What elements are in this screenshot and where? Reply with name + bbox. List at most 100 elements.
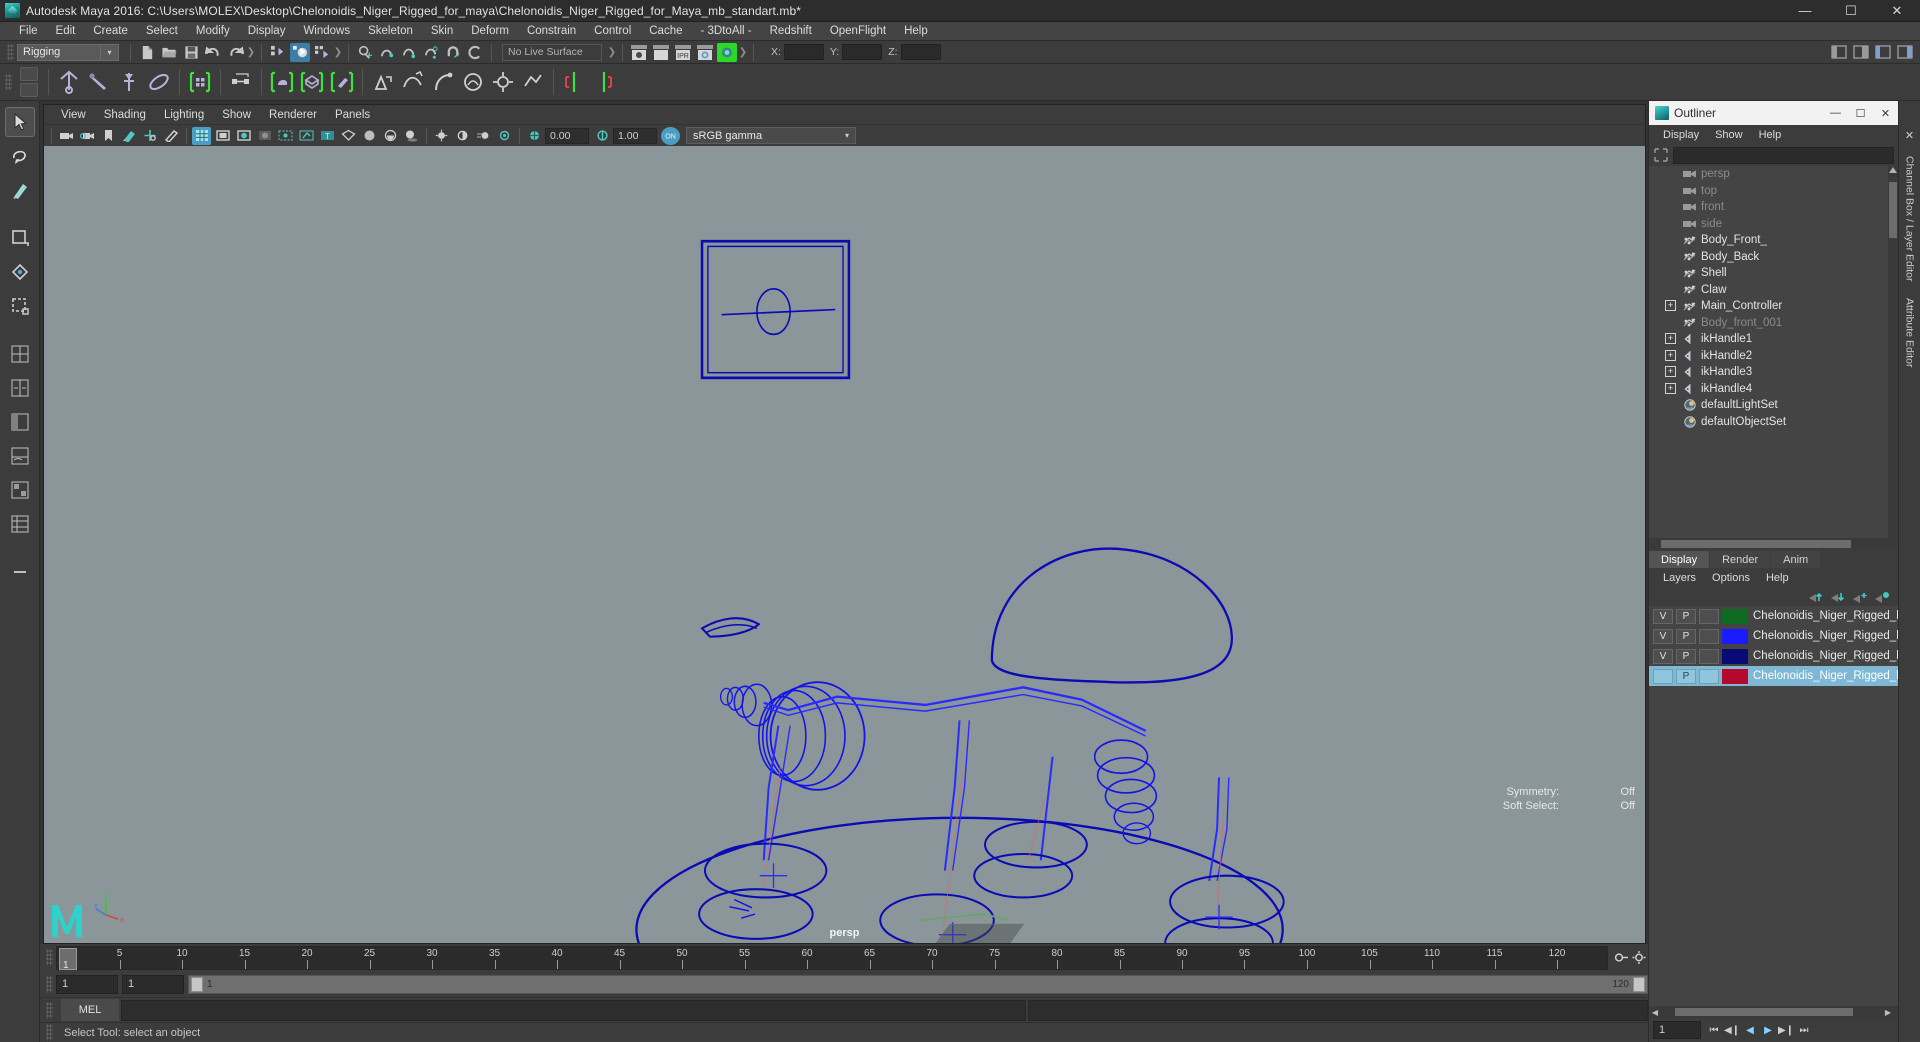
status-expand-4-icon[interactable]: ❯ bbox=[738, 44, 748, 61]
outliner-menu-display[interactable]: Display bbox=[1655, 128, 1707, 142]
bookmark-icon[interactable] bbox=[99, 127, 118, 145]
grid-toggle-icon[interactable] bbox=[192, 126, 211, 145]
shelf-gripper[interactable] bbox=[5, 73, 12, 91]
undo-button[interactable] bbox=[203, 43, 223, 62]
layer-list-horizontal-scrollbar[interactable]: ◀ ▶ bbox=[1649, 1006, 1898, 1018]
tab-attribute-editor[interactable]: Attribute Editor bbox=[1902, 290, 1918, 375]
command-line-gripper[interactable] bbox=[46, 1001, 53, 1019]
layer-playback-toggle[interactable]: P bbox=[1676, 628, 1696, 644]
outliner-item-ikhandle2[interactable]: + ikHandle2 bbox=[1649, 348, 1898, 365]
ao-toggle-icon[interactable] bbox=[453, 127, 472, 145]
shelf-cluster-button[interactable] bbox=[227, 67, 255, 97]
menu-redshift[interactable]: Redshift bbox=[761, 23, 821, 39]
hypershade-button[interactable] bbox=[717, 42, 737, 62]
camera-attributes-icon[interactable] bbox=[78, 127, 97, 145]
right-panel-close-icon[interactable]: ✕ bbox=[1905, 129, 1914, 142]
viewport-menu-show[interactable]: Show bbox=[213, 108, 260, 122]
layer-color-swatch[interactable] bbox=[1722, 628, 1748, 644]
menu-deform[interactable]: Deform bbox=[462, 23, 518, 39]
shelf-constraint-button[interactable] bbox=[145, 67, 173, 97]
tab-anim[interactable]: Anim bbox=[1771, 551, 1821, 568]
outliner-minimize-button[interactable]: — bbox=[1823, 101, 1848, 125]
command-input[interactable] bbox=[121, 999, 1026, 1021]
render-current-frame-button[interactable] bbox=[629, 43, 649, 62]
coord-z-input[interactable] bbox=[900, 44, 941, 60]
color-profile-chevron-down-icon[interactable]: ▾ bbox=[845, 131, 849, 140]
shelf-ik-spline-button[interactable] bbox=[115, 67, 143, 97]
show-channel-box-button[interactable] bbox=[1829, 43, 1849, 62]
viewport-menu-lighting[interactable]: Lighting bbox=[155, 108, 213, 122]
outliner-horizontal-scrollbar[interactable] bbox=[1649, 538, 1898, 549]
outliner-item-ikhandle1[interactable]: + ikHandle1 bbox=[1649, 331, 1898, 348]
layer-menu-options[interactable]: Options bbox=[1704, 571, 1758, 585]
outliner-item-ikhandle3[interactable]: + ikHandle3 bbox=[1649, 364, 1898, 381]
viewport-menu-shading[interactable]: Shading bbox=[95, 108, 155, 122]
color-profile-selector[interactable]: sRGB gamma ▾ bbox=[686, 127, 856, 144]
toolbox-more-button[interactable] bbox=[5, 557, 35, 587]
color-management-toggle-icon[interactable]: ON bbox=[661, 126, 680, 145]
viewport-menu-panels[interactable]: Panels bbox=[326, 108, 379, 122]
step-forward-key-button[interactable]: ▶❙ bbox=[1777, 1021, 1795, 1040]
menu-windows[interactable]: Windows bbox=[294, 23, 359, 39]
go-to-end-button[interactable]: ⏭ bbox=[1795, 1021, 1813, 1040]
status-expand-3-icon[interactable]: ❯ bbox=[607, 44, 617, 61]
outliner-item-claw[interactable]: Claw bbox=[1649, 282, 1898, 299]
shelf-mirror-joint-button[interactable] bbox=[560, 67, 588, 97]
outliner-menu-show[interactable]: Show bbox=[1707, 128, 1751, 142]
layout-uv-editor-button[interactable] bbox=[5, 509, 35, 539]
menu-skin[interactable]: Skin bbox=[422, 23, 462, 39]
layer-state-toggle[interactable] bbox=[1699, 608, 1719, 624]
outliner-item-side[interactable]: side bbox=[1649, 216, 1898, 233]
outliner-expand-icon[interactable]: + bbox=[1665, 349, 1676, 361]
layer-scroll-left-icon[interactable]: ◀ bbox=[1649, 1008, 1661, 1017]
layer-playback-toggle[interactable]: P bbox=[1676, 668, 1696, 684]
redo-button[interactable] bbox=[225, 43, 245, 62]
select-by-hierarchy-button[interactable] bbox=[268, 43, 288, 62]
layer-menu-layers[interactable]: Layers bbox=[1655, 571, 1704, 585]
time-cursor[interactable]: 1 bbox=[59, 947, 77, 971]
move-tool-button[interactable] bbox=[5, 223, 35, 253]
rotate-tool-button[interactable] bbox=[5, 257, 35, 287]
outliner-item-ikhandle4[interactable]: + ikHandle4 bbox=[1649, 381, 1898, 398]
menu-select[interactable]: Select bbox=[137, 23, 187, 39]
select-by-object-type-button[interactable] bbox=[290, 42, 310, 62]
minimize-button[interactable]: — bbox=[1782, 0, 1828, 22]
layout-two-panes-button[interactable] bbox=[5, 373, 35, 403]
shelf-tab-switcher[interactable] bbox=[15, 64, 43, 101]
layer-visibility-toggle[interactable]: V bbox=[1653, 628, 1673, 644]
outliner-scroll-up-icon[interactable] bbox=[1889, 167, 1897, 173]
layout-persp-graph-button[interactable] bbox=[5, 441, 35, 471]
menu-3dtoall[interactable]: - 3DtoAll - bbox=[692, 23, 761, 39]
resolution-gate-icon[interactable] bbox=[234, 127, 253, 145]
viewport-menu-renderer[interactable]: Renderer bbox=[260, 108, 326, 122]
layer-scroll-right-icon[interactable]: ▶ bbox=[1882, 1008, 1894, 1017]
layer-visibility-toggle[interactable]: V bbox=[1653, 608, 1673, 624]
tab-render[interactable]: Render bbox=[1710, 551, 1771, 568]
save-scene-button[interactable] bbox=[181, 43, 201, 62]
time-slider-gripper[interactable] bbox=[46, 949, 53, 966]
snap-to-grid-button[interactable] bbox=[355, 43, 375, 62]
scale-tool-button[interactable] bbox=[5, 291, 35, 321]
layer-visibility-toggle[interactable] bbox=[1653, 668, 1673, 684]
show-both-editors-button[interactable] bbox=[1895, 43, 1915, 62]
shelf-sculpt-deformer-button[interactable] bbox=[459, 67, 487, 97]
maximize-button[interactable]: ☐ bbox=[1828, 0, 1874, 22]
move-layer-down-button[interactable] bbox=[1826, 588, 1848, 606]
outliner-maximize-button[interactable]: ☐ bbox=[1848, 101, 1873, 125]
add-new-layer-button[interactable] bbox=[1848, 588, 1870, 606]
menu-edit[interactable]: Edit bbox=[47, 23, 85, 39]
smooth-shade-icon[interactable] bbox=[360, 127, 379, 145]
exposure-input[interactable]: 0.00 bbox=[545, 127, 589, 144]
shelf-tab-up-icon[interactable] bbox=[20, 67, 38, 81]
outliner-item-defaultobjectset[interactable]: defaultObjectSet bbox=[1649, 414, 1898, 431]
layer-playback-toggle[interactable]: P bbox=[1676, 608, 1696, 624]
texture-toggle-icon[interactable]: T bbox=[318, 127, 337, 145]
playback-start-input[interactable]: 1 bbox=[122, 974, 184, 994]
layer-playback-toggle[interactable]: P bbox=[1676, 648, 1696, 664]
select-camera-icon[interactable] bbox=[57, 127, 76, 145]
range-slider-gripper[interactable] bbox=[46, 975, 53, 993]
tab-display[interactable]: Display bbox=[1649, 551, 1710, 568]
menu-create[interactable]: Create bbox=[84, 23, 137, 39]
layer-color-swatch[interactable] bbox=[1722, 608, 1748, 624]
add-selected-to-layer-button[interactable] bbox=[1870, 588, 1892, 606]
